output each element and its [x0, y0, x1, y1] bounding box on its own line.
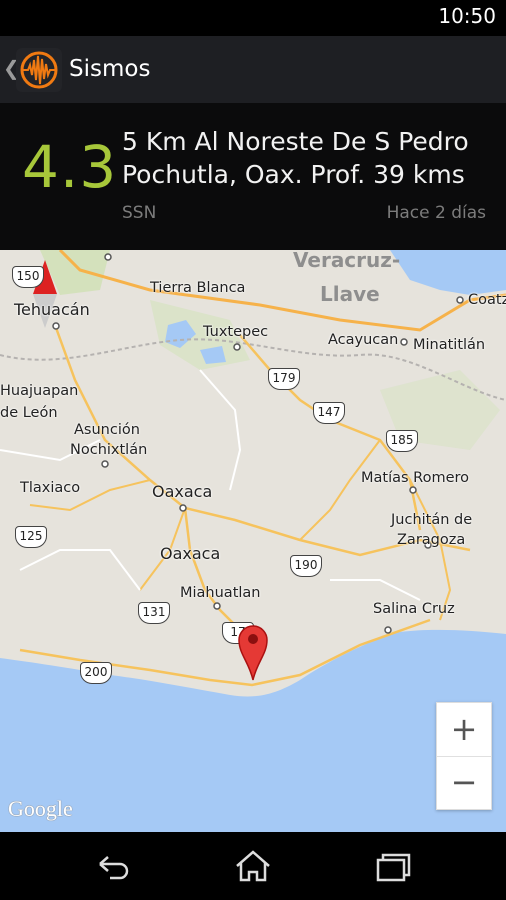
- page-title: Sismos: [69, 56, 151, 82]
- map-label: Zaragoza: [397, 532, 466, 548]
- quake-source: SSN: [122, 203, 157, 223]
- map-label: Miahuatlan: [180, 585, 261, 601]
- zoom-out-button[interactable]: −: [437, 756, 491, 809]
- map-label: Acayucan: [328, 332, 399, 348]
- quake-location: 5 Km Al Noreste De S Pedro Pochutla, Oax…: [122, 127, 469, 189]
- map-label: Juchitán de: [391, 512, 473, 528]
- status-bar: 10:50: [0, 0, 506, 36]
- highway-shield: 150: [12, 266, 44, 288]
- navigation-bar: [0, 832, 506, 900]
- highway-shield: 131: [138, 602, 170, 624]
- map-label: Oaxaca: [160, 544, 221, 563]
- seismograph-icon[interactable]: [16, 48, 62, 92]
- map-label: Salina Cruz: [373, 601, 455, 617]
- location-pin-icon[interactable]: [237, 622, 269, 682]
- highway-shield: 147: [313, 402, 345, 424]
- map-label: Tuxtepec: [203, 324, 269, 340]
- magnitude-value: 4.3: [22, 133, 118, 201]
- home-icon[interactable]: [223, 844, 283, 888]
- map-label: Minatitlán: [413, 337, 486, 353]
- map-label: Asunción: [74, 422, 140, 438]
- highway-shield: 125: [15, 526, 47, 548]
- highway-shield: 190: [290, 555, 322, 577]
- map-label: Tehuacán: [14, 300, 90, 319]
- map-label-region: Veracruz-: [293, 250, 401, 272]
- map-label: Oaxaca: [152, 482, 213, 501]
- map-view[interactable]: Veracruz- Llave Tierra Blanca Tehuacán T…: [0, 250, 506, 832]
- map-label: Matías Romero: [361, 470, 470, 486]
- highway-shield: 185: [386, 430, 418, 452]
- map-label: de León: [0, 405, 58, 421]
- earthquake-card[interactable]: 4.3 5 Km Al Noreste De S Pedro Pochutla,…: [0, 103, 506, 250]
- highway-shield: 179: [268, 368, 300, 390]
- map-label: Huajuapan: [0, 383, 79, 399]
- map-label: Coatz: [468, 292, 506, 308]
- map-label-region: Llave: [320, 282, 380, 306]
- status-clock: 10:50: [438, 4, 496, 28]
- back-icon[interactable]: [82, 844, 142, 888]
- map-label: Tlaxiaco: [20, 480, 81, 496]
- google-logo: Google: [8, 796, 73, 821]
- zoom-in-button[interactable]: +: [437, 703, 491, 757]
- recent-apps-icon[interactable]: [362, 844, 422, 888]
- highway-shield: 200: [80, 662, 112, 684]
- zoom-control: + −: [436, 702, 492, 810]
- map-label: Tierra Blanca: [150, 280, 246, 296]
- action-bar: ❮ Sismos: [0, 36, 506, 103]
- quake-time-ago: Hace 2 días: [386, 203, 486, 223]
- map-label: Nochixtlán: [70, 442, 148, 458]
